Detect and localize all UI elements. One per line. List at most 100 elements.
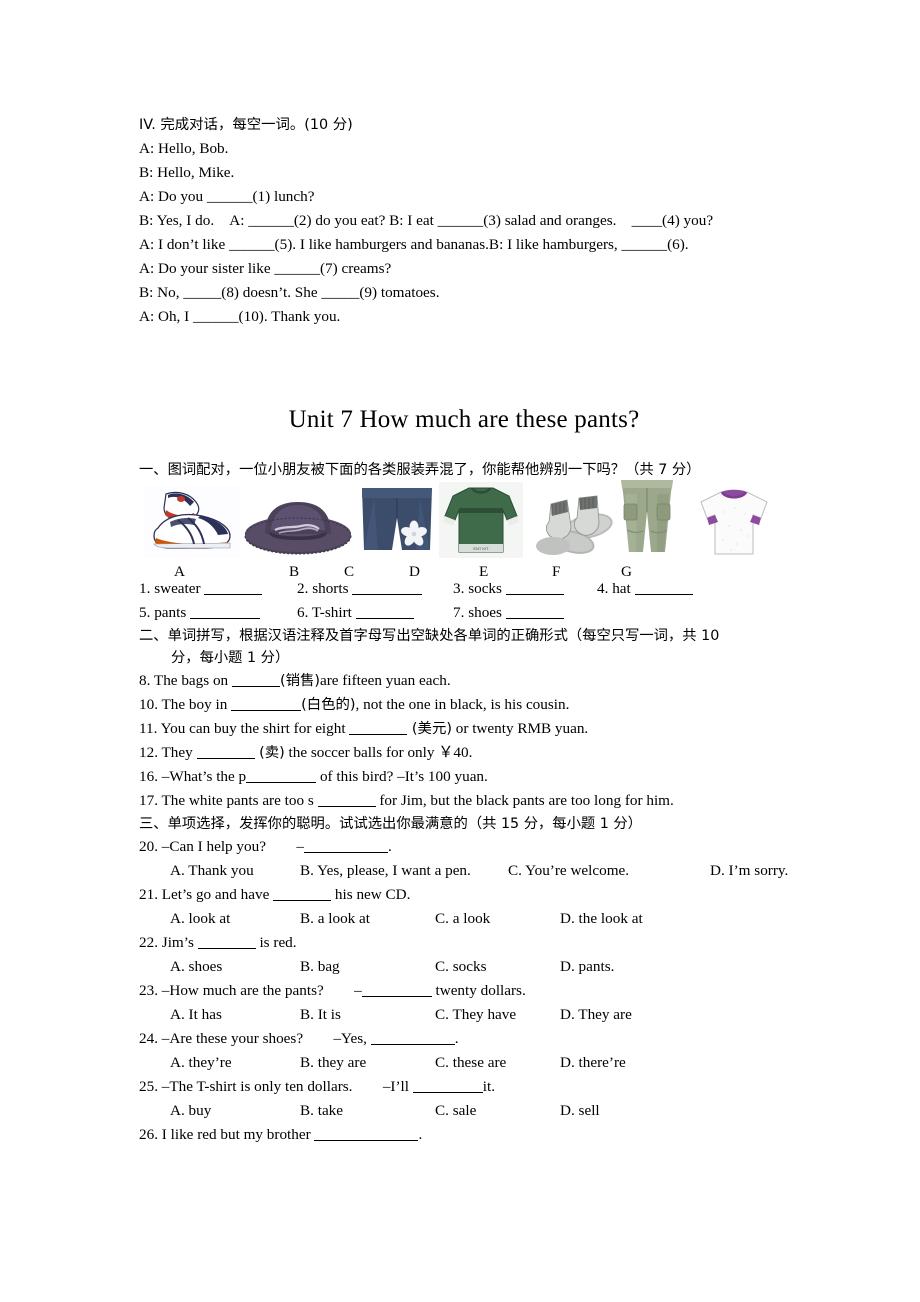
answer-blank[interactable]	[361, 983, 432, 997]
question-text: Jim’s	[161, 934, 198, 951]
match-number: 6.	[297, 604, 309, 621]
option-b[interactable]: B. they are	[300, 1051, 366, 1075]
question-text: –Are these your shoes? –Yes,	[161, 1030, 371, 1047]
question-number: 17.	[139, 792, 158, 809]
answer-blank[interactable]	[505, 581, 564, 595]
option-b[interactable]: B. bag	[300, 955, 340, 979]
question-number: 24.	[139, 1030, 158, 1047]
answer-blank[interactable]	[246, 769, 317, 783]
document-body: IV. 完成对话，每空一词。(10 分) A: Hello, Bob. B: H…	[139, 113, 789, 1147]
option-b[interactable]: B. a look at	[300, 907, 370, 931]
section-two-heading-line1: 二、单词拼写，根据汉语注释及首字母写出空缺处各单词的正确形式（每空只写一词，共 …	[139, 628, 720, 644]
option-d[interactable]: D. I’m sorry.	[710, 859, 788, 883]
option-a[interactable]: A. shoes	[170, 955, 222, 979]
answer-blank[interactable]	[355, 605, 414, 619]
sweater-image: ENT KIT	[439, 482, 523, 563]
choice-question-stem: 24. –Are these your shoes? –Yes, .	[139, 1027, 789, 1051]
option-a[interactable]: A. look at	[170, 907, 230, 931]
option-a[interactable]: A. It has	[170, 1003, 222, 1027]
question-number: 23.	[139, 982, 158, 999]
question-text: the soccer balls for only ￥40.	[284, 744, 473, 761]
spelling-question: 16. –What’s the p of this bird? –It’s 10…	[139, 765, 789, 789]
question-text: They	[161, 744, 197, 761]
match-number: 1.	[139, 580, 151, 597]
choice-question-stem: 25. –The T-shirt is only ten dollars. –I…	[139, 1075, 789, 1099]
match-word: sweater	[154, 580, 201, 597]
answer-blank[interactable]	[505, 605, 564, 619]
answer-blank[interactable]	[190, 605, 261, 619]
question-number: 11.	[139, 720, 158, 737]
option-a[interactable]: A. Thank you	[170, 859, 254, 883]
option-a[interactable]: A. they’re	[170, 1051, 232, 1075]
question-text: his new CD.	[331, 886, 411, 903]
question-text: are fifteen yuan each.	[319, 672, 451, 689]
question-text: The white pants are too s	[161, 792, 318, 809]
question-number: 21.	[139, 886, 158, 903]
question-text: of this bird? –It’s 100 yuan.	[316, 768, 488, 785]
match-word: shoes	[468, 604, 502, 621]
question-text: for Jim, but the black pants are too lon…	[375, 792, 674, 809]
answer-blank[interactable]	[349, 721, 408, 735]
answer-blank[interactable]	[352, 581, 423, 595]
match-number: 2.	[297, 580, 309, 597]
answer-blank[interactable]	[231, 697, 302, 711]
choice-question-stem: 23. –How much are the pants? – twenty do…	[139, 979, 789, 1003]
tshirt-image	[691, 486, 777, 563]
answer-blank[interactable]	[231, 673, 280, 687]
option-c[interactable]: C. these are	[435, 1051, 506, 1075]
answer-blank[interactable]	[303, 839, 388, 853]
answer-blank[interactable]	[412, 1079, 483, 1093]
section-one-heading: 一、图词配对，一位小朋友被下面的各类服装弄混了，你能帮他辨别一下吗？（共 7 分…	[139, 462, 701, 478]
option-c[interactable]: C. a look	[435, 907, 490, 931]
dialogue-line: B: Yes, I do. A: ______(2) do you eat? B…	[139, 212, 714, 229]
match-word: socks	[468, 580, 502, 597]
answer-blank[interactable]	[317, 793, 376, 807]
match-number: 4.	[597, 580, 609, 597]
question-hint: (销售)	[279, 673, 320, 689]
question-text: –How much are the pants? –	[161, 982, 362, 999]
question-hint: (美元)	[407, 721, 452, 737]
question-text: , not the one in black, is his cousin.	[355, 696, 570, 713]
clothing-picture-strip: A B C ENT KIT D E F G	[139, 480, 789, 580]
option-d[interactable]: D. there’re	[560, 1051, 626, 1075]
dialogue-line: A: Oh, I ______(10). Thank you.	[139, 308, 341, 325]
dialogue-heading: IV. 完成对话，每空一词。(10 分)	[139, 117, 353, 133]
question-number: 26.	[139, 1126, 158, 1143]
question-text: –What’s the p	[161, 768, 247, 785]
choice-options-row: A. look at B. a look at C. a look D. the…	[139, 907, 789, 931]
option-b[interactable]: B. take	[300, 1099, 343, 1123]
question-text: .	[454, 1030, 459, 1047]
option-d[interactable]: D. the look at	[560, 907, 643, 931]
option-d[interactable]: D. sell	[560, 1099, 600, 1123]
answer-blank[interactable]	[370, 1031, 455, 1045]
question-text: The bags on	[153, 672, 232, 689]
spelling-question: 10. The boy in (白色的), not the one in bla…	[139, 693, 789, 717]
choice-question-stem: 22. Jim’s is red.	[139, 931, 789, 955]
option-c[interactable]: C. They have	[435, 1003, 516, 1027]
option-c[interactable]: C. sale	[435, 1099, 476, 1123]
match-row: 1. sweater 2. shorts 3. socks 4. hat	[139, 577, 789, 601]
answer-blank[interactable]	[204, 581, 263, 595]
option-d[interactable]: D. pants.	[560, 955, 614, 979]
dialogue-line: B: Hello, Mike.	[139, 164, 235, 181]
option-c[interactable]: C. socks	[435, 955, 486, 979]
option-d[interactable]: D. They are	[560, 1003, 632, 1027]
sneakers-image	[144, 486, 240, 563]
answer-blank[interactable]	[273, 887, 332, 901]
question-text: it.	[482, 1078, 496, 1095]
choice-options-row: A. Thank you B. Yes, please, I want a pe…	[139, 859, 789, 883]
answer-blank[interactable]	[196, 745, 255, 759]
choice-options-row: A. shoes B. bag C. socks D. pants.	[139, 955, 789, 979]
answer-blank[interactable]	[314, 1127, 419, 1141]
spelling-question: 8. The bags on (销售)are fifteen yuan each…	[139, 669, 789, 693]
question-text: or twenty RMB yuan.	[451, 720, 589, 737]
answer-blank[interactable]	[197, 935, 256, 949]
option-b[interactable]: B. Yes, please, I want a pen.	[300, 859, 471, 883]
answer-blank[interactable]	[634, 581, 693, 595]
option-a[interactable]: A. buy	[170, 1099, 211, 1123]
exam-worksheet-page: IV. 完成对话，每空一词。(10 分) A: Hello, Bob. B: H…	[0, 0, 920, 1302]
option-c[interactable]: C. You’re welcome.	[508, 859, 629, 883]
option-b[interactable]: B. It is	[300, 1003, 341, 1027]
dialogue-section: IV. 完成对话，每空一词。(10 分) A: Hello, Bob. B: H…	[139, 113, 789, 329]
match-number: 7.	[453, 604, 465, 621]
